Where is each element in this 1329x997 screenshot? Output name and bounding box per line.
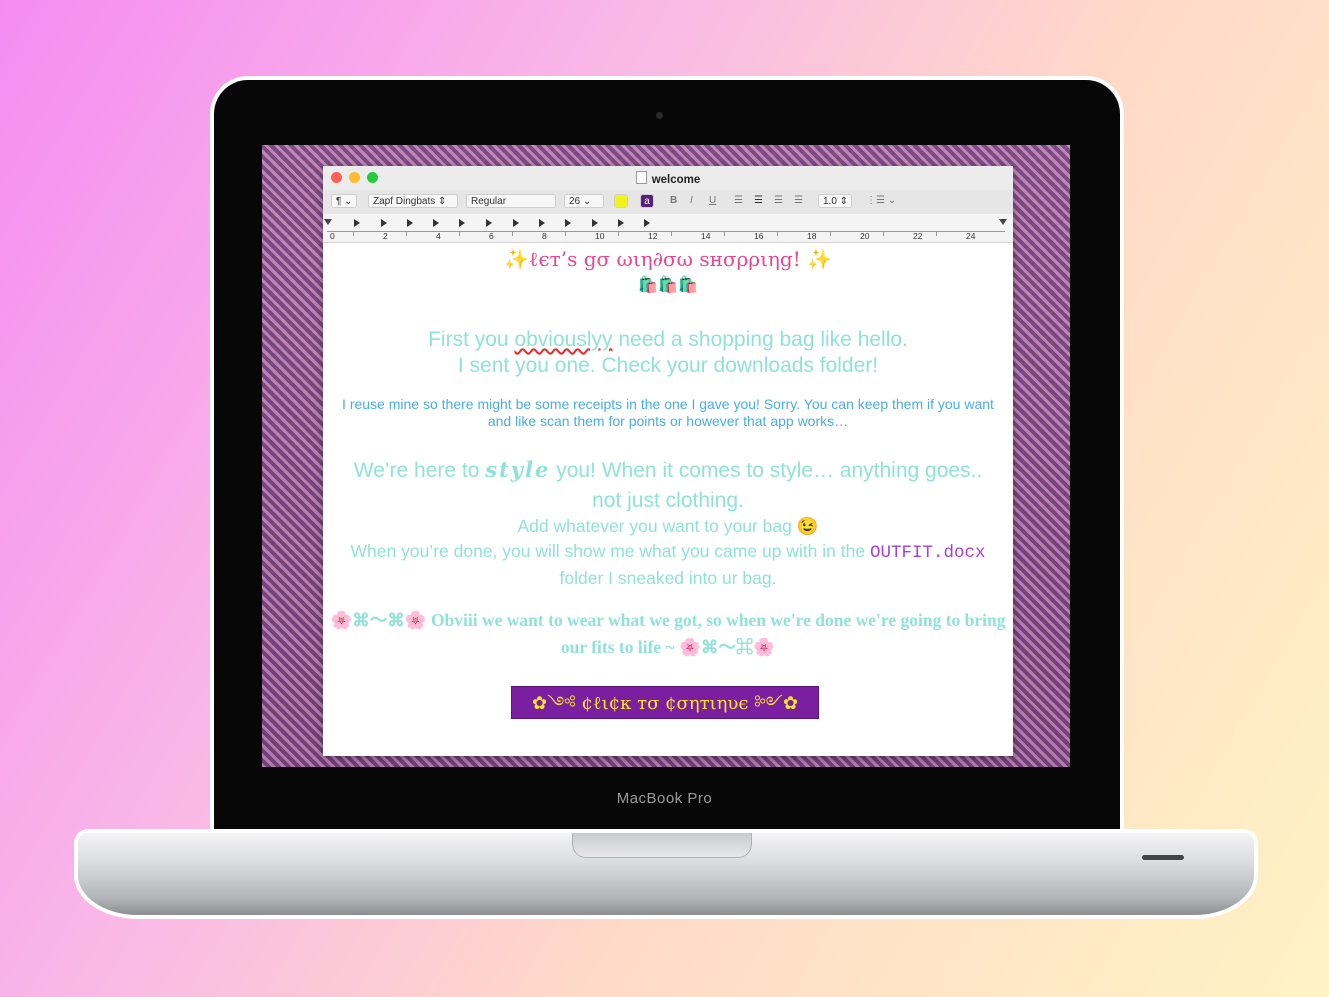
ruler[interactable]: 0 2 4 6 8 10 12 14 16 18 20 22 24 [323,214,1013,243]
ruler-tick [830,231,831,236]
paragraph-style-select[interactable]: ¶ ⌄ [331,194,357,208]
ruler-tick [459,231,460,236]
ruler-tick [618,231,619,236]
ruler-number: 4 [436,231,441,241]
font-style-select[interactable]: Regular [466,194,556,208]
ruler-number: 12 [648,231,658,241]
text-color-button[interactable]: a [640,194,654,208]
tab-stop[interactable] [433,219,439,227]
font-family-select[interactable]: Zapf Dingbats ⇕ [368,194,458,208]
ruler-tick [406,231,407,236]
paragraph-receipts: I reuse mine so there might be some rece… [342,396,994,429]
font-size-select[interactable]: 26 ⌄ [564,194,604,208]
paragraph-outfit: When you’re done, you will show me what … [350,541,986,588]
ruler-number: 16 [754,231,764,241]
sleep-indicator [1142,855,1184,860]
lid-opening-notch [572,833,752,858]
ruler-tick [671,231,672,236]
tab-stop[interactable] [513,219,519,227]
ruler-tick [883,231,884,236]
ruler-tick [512,231,513,236]
ruler-tick [777,231,778,236]
title-bar[interactable]: welcome [323,166,1013,190]
highlight-color-button[interactable] [614,194,628,208]
document-icon [635,171,647,184]
ruler-number: 0 [330,231,335,241]
document-heading: ✨ℓєт’ѕ gσ ωιη∂σω ѕнσρριηg! ✨ [503,247,833,271]
camera-icon [656,112,663,119]
ruler-number: 18 [807,231,817,241]
paragraph-bring-fits: 🌸⌘〜⌘🌸 Obviii we want to wear what we got… [330,610,1006,657]
align-center-icon[interactable]: ☰ [754,195,763,206]
ruler-number: 8 [542,231,547,241]
brand-label: MacBook Pro [616,790,713,807]
tab-stop[interactable] [539,219,545,227]
tab-stop[interactable] [592,219,598,227]
misspelled-word[interactable]: obviouslyy [514,328,612,351]
paragraph-add-to-bag: Add whatever you want to your bag 😉 [517,516,819,536]
first-line-indent-marker[interactable] [324,219,332,225]
tab-stop[interactable] [565,219,571,227]
format-toolbar: ¶ ⌄ Zapf Dingbats ⇕ Regular 26 ⌄ a B I U… [323,190,1013,214]
bold-button[interactable]: B [670,195,677,206]
list-bullets-icon[interactable]: ⋮☰ ⌄ [866,195,896,206]
tab-stop[interactable] [459,219,465,227]
line-spacing-select[interactable]: 1.0 ⇕ [818,194,852,208]
right-indent-marker[interactable] [999,219,1007,225]
outfit-filename: OUTFIT.docx [869,543,986,563]
continue-button[interactable]: ✿༺ ¢ℓι¢к тσ ¢σηтιηυє ༻✿ [511,686,819,719]
tab-stop[interactable] [407,219,413,227]
italic-button[interactable]: I [690,195,693,206]
ruler-tick [565,231,566,236]
paragraph-shopping-bag: First you obviouslyy need a shopping bag… [428,328,908,377]
tab-stop[interactable] [644,219,650,227]
ruler-tick [936,231,937,236]
ruler-number: 24 [966,231,976,241]
ruler-number: 22 [913,231,923,241]
text-editor-window: welcome ¶ ⌄ Zapf Dingbats ⇕ Regular 26 ⌄… [323,166,1013,756]
ruler-number: 2 [383,231,388,241]
paragraph-style: We’re here to style you! When it comes t… [353,457,983,512]
window-title: welcome [323,171,1013,186]
align-right-icon[interactable]: ☰ [774,195,783,206]
tab-stop[interactable] [618,219,624,227]
align-left-icon[interactable]: ☰ [734,195,743,206]
ruler-number: 20 [860,231,870,241]
tab-stop[interactable] [354,219,360,227]
tab-stop[interactable] [381,219,387,227]
ruler-number: 6 [489,231,494,241]
tab-stop[interactable] [486,219,492,227]
underline-button[interactable]: U [709,195,716,206]
style-word: style [485,457,551,482]
ruler-number: 14 [701,231,711,241]
justify-icon[interactable]: ☰ [794,195,803,206]
ruler-tick [724,231,725,236]
shopping-bags-emoji: 🛍️🛍️🛍️ [638,277,698,294]
ruler-number: 10 [595,231,605,241]
ruler-tick [353,231,354,236]
ruler-baseline [327,231,1005,232]
